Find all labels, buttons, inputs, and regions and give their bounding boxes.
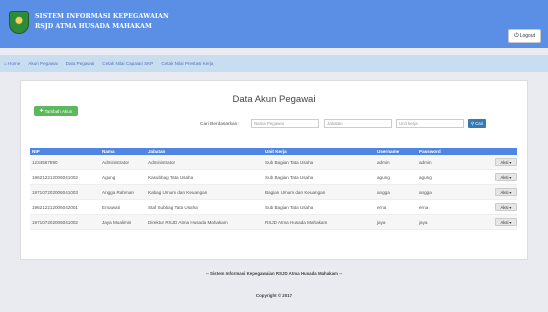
page-title: Data Akun Pegawai — [232, 94, 316, 105]
nav-data-pegawai[interactable]: Data Pegawai — [66, 61, 95, 66]
nav-home[interactable]: ⌂ Home — [4, 61, 20, 67]
cell-username: erna — [377, 204, 387, 210]
col-nip: NIP — [32, 149, 40, 154]
cell-nama: Ernawati — [102, 204, 120, 210]
cell-unit: Sub Bagian Tata Usaha — [265, 174, 314, 180]
cell-jabatan: Staf Subbag Tata Usaha — [148, 204, 198, 210]
nav-cetak-prestasi[interactable]: Cetak Nilai Prestasi Kerja — [161, 61, 213, 66]
cell-password: erna — [419, 204, 429, 210]
logout-button[interactable]: ⏻ Logout — [508, 29, 541, 43]
cell-nip: 197107202006041002 — [32, 219, 78, 225]
cell-nip: 197107202006041003 — [32, 189, 78, 195]
cell-nama: Jaya Mualimin — [102, 219, 132, 225]
col-unit-kerja: Unit Kerja — [265, 149, 287, 154]
cell-nama: Agung — [102, 174, 116, 180]
cell-jabatan: Administrator — [148, 159, 176, 165]
col-username: Username — [377, 149, 400, 154]
table-header: NIP Nama Jabatan Unit Kerja Username Pas… — [30, 148, 517, 155]
cell-unit: RSJD Atma Husada Mahakam — [265, 219, 328, 225]
cell-password: angga — [419, 189, 432, 195]
add-account-button[interactable]: ✚ Tambah Akun — [34, 106, 78, 116]
nav-cetak-skp[interactable]: Cetak Nilai Capaian SKP — [102, 61, 153, 66]
aksi-dropdown-button[interactable]: Aksi ▾ — [495, 203, 517, 211]
header: SISTEM INFORMASI KEPEGAWAIAN RSJD ATMA H… — [0, 0, 548, 48]
table-body: 1234567890 Administrator Administrator S… — [30, 155, 517, 230]
power-icon: ⏻ — [513, 32, 519, 39]
cell-nip: 196212212006041002 — [32, 174, 78, 180]
cell-unit: Bagian Umum dan Keuangan — [265, 189, 326, 195]
table-row: 197107202006041003 Angga Rahman Kabag Um… — [30, 185, 517, 200]
cell-unit: Sub Bagian Tata Usaha — [265, 204, 314, 210]
caret-down-icon: ▾ — [509, 174, 512, 180]
brand: SISTEM INFORMASI KEPEGAWAIAN RSJD ATMA H… — [35, 13, 169, 30]
search-unit-input[interactable]: Unit kerja — [396, 119, 464, 128]
search-label: Cari Berdasarkan: — [200, 122, 239, 127]
table-row: 196212212006042001 Ernawati Staf Subbag … — [30, 200, 517, 215]
col-password: Password — [419, 149, 441, 154]
app-title-line2: RSJD ATMA HUSADA MAHAKAM — [35, 23, 152, 30]
cell-nama: Angga Rahman — [102, 189, 134, 195]
search-button[interactable]: ⚲ Cari — [468, 119, 486, 128]
plus-icon: ✚ — [39, 108, 44, 113]
cell-username: admin — [377, 159, 390, 165]
table-row: 197107202006041002 Jaya Mualimin Direktu… — [30, 215, 517, 230]
table-row: 1234567890 Administrator Administrator S… — [30, 155, 517, 170]
search-jabatan-input[interactable]: Jabatan — [324, 119, 392, 128]
aksi-dropdown-button[interactable]: Aksi ▾ — [495, 218, 517, 226]
cell-nip: 1234567890 — [32, 159, 58, 165]
account-panel: ✚ Tambah Akun Data Akun Pegawai Cari Ber… — [20, 80, 528, 260]
footer-credit: -- Sistem Informasi Kepegawaian RSJD Atm… — [205, 271, 343, 276]
logo — [9, 11, 29, 34]
caret-down-icon: ▾ — [509, 189, 512, 195]
logout-label: Logout — [519, 33, 536, 39]
aksi-dropdown-button[interactable]: Aksi ▾ — [495, 173, 517, 181]
accounts-table: NIP Nama Jabatan Unit Kerja Username Pas… — [30, 148, 517, 230]
col-jabatan: Jabatan — [148, 149, 166, 154]
navbar: ⌂ Home Akun Pegawai Data Pegawai Cetak N… — [0, 55, 548, 72]
col-nama: Nama — [102, 149, 115, 154]
cell-password: admin — [419, 159, 432, 165]
caret-down-icon: ▾ — [509, 204, 512, 210]
app-title-line1: SISTEM INFORMASI KEPEGAWAIAN — [35, 13, 169, 20]
aksi-dropdown-button[interactable]: Aksi ▾ — [495, 188, 517, 196]
cell-password: agung — [419, 174, 432, 180]
cell-jabatan: Kabag Umum dan Keuangan — [148, 189, 208, 195]
search-nama-input[interactable]: Nama Pegawai — [251, 119, 319, 128]
home-icon: ⌂ — [4, 60, 8, 67]
cell-username: agung — [377, 174, 390, 180]
caret-down-icon: ▾ — [509, 159, 512, 165]
search-icon: ⚲ — [470, 120, 475, 126]
table-row: 196212212006041002 Agung Kasubbag Tata U… — [30, 170, 517, 185]
nav-akun-pegawai[interactable]: Akun Pegawai — [28, 61, 57, 66]
cell-jabatan: Direktur RSJD Atma Husada Mahakam — [148, 219, 228, 225]
caret-down-icon: ▾ — [509, 219, 512, 225]
cell-username: jaya — [377, 219, 386, 225]
cell-nama: Administrator — [102, 159, 130, 165]
footer-copyright: Copyright © 2017 — [255, 293, 293, 298]
aksi-dropdown-button[interactable]: Aksi ▾ — [495, 158, 517, 166]
cell-password: jaya — [419, 219, 428, 225]
cell-jabatan: Kasubbag Tata Usaha — [148, 174, 194, 180]
cell-unit: Sub Bagian Tata Usaha — [265, 159, 314, 165]
cell-nip: 196212212006042001 — [32, 204, 78, 210]
cell-username: angga — [377, 189, 390, 195]
